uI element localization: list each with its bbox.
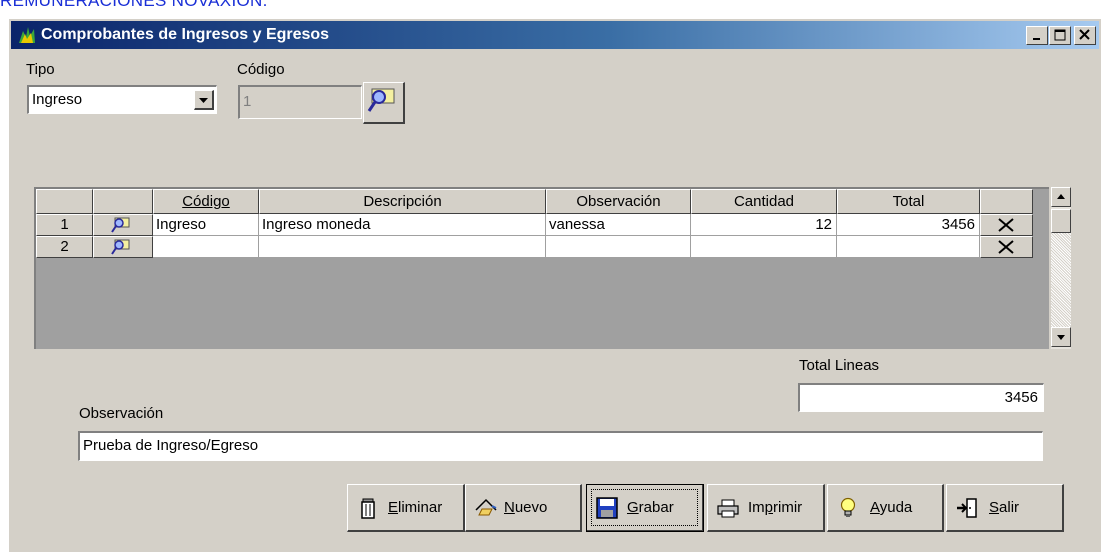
row-descripcion[interactable] xyxy=(259,236,546,258)
scroll-down-button[interactable] xyxy=(1051,327,1071,347)
row-delete-button[interactable] xyxy=(980,214,1033,236)
grid-header-total[interactable]: Total xyxy=(837,189,980,214)
total-lineas-label: Total Lineas xyxy=(799,357,880,374)
salir-label: Salir xyxy=(989,499,1020,516)
eliminar-label: Eliminar xyxy=(388,499,443,516)
grid-vertical-scrollbar[interactable] xyxy=(1051,187,1071,349)
total-lineas-field: 3456 xyxy=(798,383,1044,412)
printer-icon xyxy=(717,499,739,518)
row-number[interactable]: 1 xyxy=(36,214,93,236)
delete-x-icon xyxy=(997,240,1014,254)
imprimir-button[interactable]: Imprimir xyxy=(707,484,825,532)
arrow-up-icon xyxy=(1057,194,1065,199)
nuevo-label: Nuevo xyxy=(504,499,548,516)
app-icon xyxy=(19,27,35,43)
row-lookup-button[interactable] xyxy=(93,214,153,236)
exit-door-icon xyxy=(957,498,977,518)
lookup-icon xyxy=(111,217,130,233)
close-icon xyxy=(1079,29,1090,40)
grabar-label: Grabar xyxy=(627,499,674,516)
row-descripcion[interactable]: Ingreso moneda xyxy=(259,214,546,236)
tipo-dropdown-button[interactable] xyxy=(194,90,214,110)
total-lineas-value: 3456 xyxy=(1004,389,1038,406)
codigo-label: Código xyxy=(237,61,285,78)
codigo-value: 1 xyxy=(243,93,252,110)
tipo-value: Ingreso xyxy=(32,91,83,108)
row-total[interactable] xyxy=(837,236,980,258)
tipo-label: Tipo xyxy=(26,61,55,78)
top-caption: REMUNERACIONES NOVAXION. xyxy=(0,0,268,10)
row-codigo[interactable]: Ingreso xyxy=(153,214,259,236)
row-cantidad[interactable] xyxy=(691,236,837,258)
scroll-track[interactable] xyxy=(1051,233,1071,327)
chevron-down-icon xyxy=(199,98,208,103)
row-observacion[interactable]: vanessa xyxy=(546,214,691,236)
nuevo-button[interactable]: Nuevo xyxy=(465,484,582,532)
minimize-icon xyxy=(1033,38,1040,40)
maximize-icon xyxy=(1054,29,1066,41)
codigo-field: 1 xyxy=(238,85,362,119)
imprimir-label: Imprimir xyxy=(748,499,803,516)
close-button[interactable] xyxy=(1074,26,1096,45)
grid-corner-header xyxy=(36,189,93,214)
observacion-input[interactable]: Prueba de Ingreso/Egreso xyxy=(78,431,1043,461)
save-disk-icon xyxy=(596,497,618,519)
scroll-up-button[interactable] xyxy=(1051,187,1071,207)
observacion-value: Prueba de Ingreso/Egreso xyxy=(83,437,259,454)
row-observacion[interactable] xyxy=(546,236,691,258)
tipo-select[interactable]: Ingreso xyxy=(27,85,217,114)
ayuda-label: Ayuda xyxy=(870,499,913,516)
arrow-down-icon xyxy=(1057,335,1065,340)
lightbulb-icon xyxy=(840,497,856,517)
row-lookup-button[interactable] xyxy=(93,236,153,258)
minimize-button[interactable] xyxy=(1026,26,1048,45)
grid-header-observacion[interactable]: Observación xyxy=(546,189,691,214)
window-title: Comprobantes de Ingresos y Egresos xyxy=(41,26,330,43)
row-number[interactable]: 2 xyxy=(36,236,93,258)
row-delete-button[interactable] xyxy=(980,236,1033,258)
grid-delete-header xyxy=(980,189,1033,214)
detail-grid[interactable]: Código Descripción Observación Cantidad … xyxy=(34,187,1049,349)
search-icon xyxy=(367,88,395,112)
eliminar-button[interactable]: Eliminar xyxy=(347,484,465,532)
row-total[interactable]: 3456 xyxy=(837,214,980,236)
new-document-icon xyxy=(475,498,497,516)
grid-header-descripcion[interactable]: Descripción xyxy=(259,189,546,214)
ayuda-button[interactable]: Ayuda xyxy=(827,484,944,532)
salir-button[interactable]: Salir xyxy=(946,484,1064,532)
grid-header-codigo[interactable]: Código xyxy=(153,189,259,214)
row-cantidad[interactable]: 12 xyxy=(691,214,837,236)
window: Comprobantes de Ingresos y Egresos Tipo … xyxy=(8,18,1101,552)
row-codigo[interactable] xyxy=(153,236,259,258)
trash-icon xyxy=(361,498,375,519)
grabar-button[interactable]: Grabar xyxy=(586,484,704,532)
codigo-search-button[interactable] xyxy=(363,82,405,124)
observacion-label: Observación xyxy=(79,405,164,422)
grid-icon-header xyxy=(93,189,153,214)
scroll-thumb[interactable] xyxy=(1051,209,1071,233)
delete-x-icon xyxy=(997,218,1014,232)
maximize-button[interactable] xyxy=(1049,26,1071,45)
titlebar[interactable]: Comprobantes de Ingresos y Egresos xyxy=(11,21,1099,49)
lookup-icon xyxy=(111,239,130,255)
grid-header-cantidad[interactable]: Cantidad xyxy=(691,189,837,214)
